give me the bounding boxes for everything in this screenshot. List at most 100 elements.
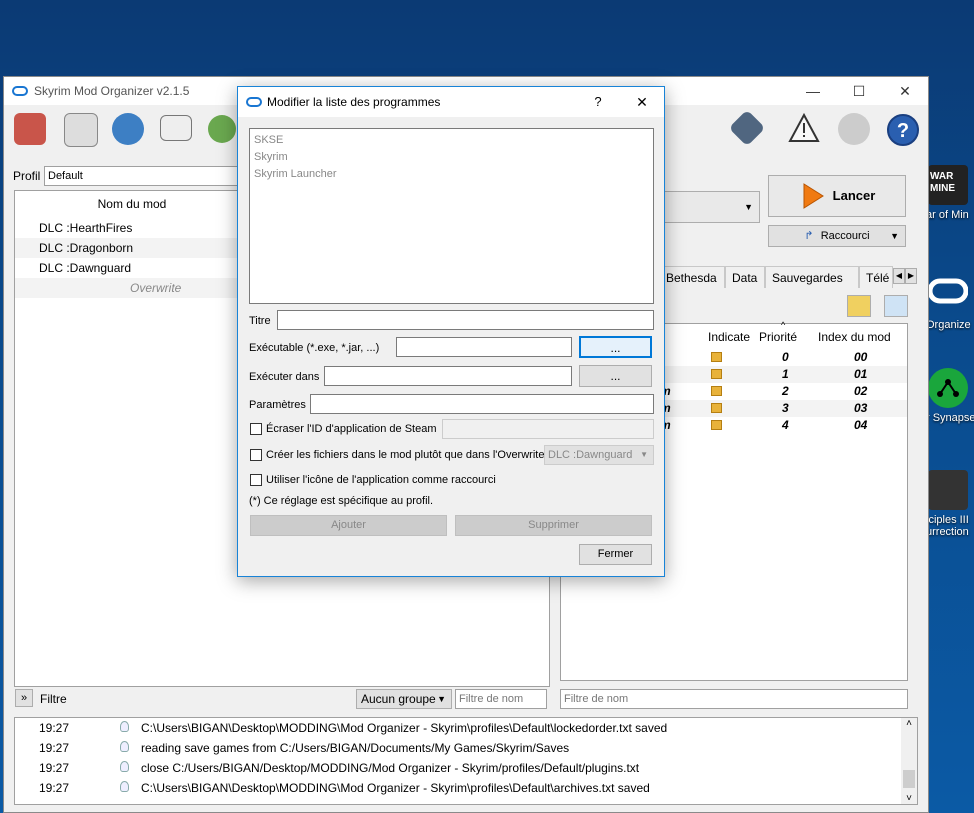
nexus-globe-icon[interactable] <box>112 113 144 145</box>
executable-input[interactable] <box>396 337 572 357</box>
log-scrollbar[interactable]: ˄ ˅ <box>901 718 917 804</box>
log-time: 19:27 <box>39 721 70 735</box>
plugin-priority: 3 <box>782 401 789 415</box>
info-bulb-icon <box>120 781 129 792</box>
use-icon-label: Utiliser l'icône de l'application comme … <box>266 474 496 486</box>
list-item[interactable]: Skyrim <box>254 149 649 166</box>
add-button[interactable]: Ajouter <box>250 515 447 536</box>
group-select-value: Aucun groupe <box>361 692 436 706</box>
profile-label: Profil <box>13 169 41 183</box>
executable-label: Exécutable (*.exe, *.jar, ...) <box>249 342 380 354</box>
log-entry: 19:27 reading save games from C:/Users/B… <box>15 738 917 758</box>
edit-executables-dialog: Modifier la liste des programmes ? ✕ SKS… <box>237 86 665 577</box>
scroll-thumb[interactable] <box>903 770 915 788</box>
scroll-up-icon[interactable]: ˄ <box>901 718 917 729</box>
chevron-down-icon: ▼ <box>437 694 446 704</box>
plugin-index: 03 <box>854 401 868 415</box>
title-input[interactable] <box>277 310 654 330</box>
log-entry: 19:27 close C:/Users/BIGAN/Desktop/MODDI… <box>15 758 917 778</box>
params-label: Paramètres <box>249 399 306 411</box>
chevron-down-icon: ▼ <box>744 202 753 212</box>
desktop-icon-disciples[interactable]: iciples III urrection <box>926 470 974 538</box>
shortcut-button[interactable]: ↱ Raccourci ▼ <box>768 225 906 247</box>
tab-bethesda[interactable]: Bethesda <box>659 266 725 288</box>
params-input[interactable] <box>310 394 654 414</box>
desktop-icon-label: Organize <box>926 319 971 331</box>
column-mod-index[interactable]: Index du mod <box>818 330 891 344</box>
run-in-input[interactable] <box>324 366 572 386</box>
title-label: Titre <box>249 315 271 327</box>
dialog-title: Modifier la liste des programmes <box>267 95 441 109</box>
list-item[interactable]: SKSE <box>254 132 649 149</box>
tab-saves[interactable]: Sauvegardes <box>765 266 859 288</box>
install-mod-icon[interactable] <box>14 113 46 145</box>
info-bulb-icon <box>120 741 129 752</box>
executable-select[interactable]: ▼ <box>662 191 760 223</box>
plugin-priority: 2 <box>782 384 789 398</box>
desktop-icon-this-war-of-mine[interactable]: WAR MINE ar of Min <box>926 165 974 221</box>
restore-backup-icon[interactable] <box>847 295 871 317</box>
browse-executable-button[interactable]: ... <box>579 336 652 358</box>
desktop-icon-label: r Synapse <box>926 412 974 424</box>
programs-list: SKSE Skyrim Skyrim Launcher <box>249 128 654 304</box>
dialog-close-icon[interactable]: ✕ <box>620 87 664 117</box>
settings-gear-icon[interactable] <box>208 115 236 143</box>
launch-button[interactable]: Lancer <box>768 175 906 217</box>
package-icon <box>711 352 722 362</box>
column-indicators[interactable]: Indicate <box>708 330 750 344</box>
group-select[interactable]: Aucun groupe ▼ <box>356 689 452 709</box>
close-dialog-button[interactable]: Fermer <box>579 544 652 565</box>
package-icon <box>711 420 722 430</box>
steam-override-checkbox[interactable] <box>250 423 262 435</box>
ini-editor-icon[interactable] <box>160 115 192 141</box>
app-icon <box>12 86 28 96</box>
minimize-icon[interactable]: — <box>790 77 836 105</box>
log-panel: 19:27 C:\Users\BIGAN\Desktop\MODDING\Mod… <box>14 717 918 805</box>
plugin-index: 04 <box>854 418 868 432</box>
tab-scroll-right-icon[interactable]: ▶ <box>905 268 917 284</box>
tab-data[interactable]: Data <box>725 266 765 288</box>
tab-scroll-left-icon[interactable]: ◀ <box>893 268 905 284</box>
filter-toggle-button[interactable]: » <box>15 689 33 707</box>
help-icon[interactable]: ? <box>886 113 920 150</box>
create-files-mod-select[interactable]: DLC :Dawnguard ▼ <box>544 445 654 465</box>
support-icon[interactable] <box>838 113 870 145</box>
help-button[interactable]: ? <box>576 87 620 117</box>
scroll-down-icon[interactable]: ˅ <box>901 793 917 804</box>
plugin-priority: 0 <box>782 350 789 364</box>
create-files-label: Créer les fichiers dans le mod plutôt qu… <box>266 449 545 461</box>
shortcut-label: Raccourci <box>820 230 870 242</box>
plugin-priority: 1 <box>782 367 789 381</box>
profile-select[interactable]: Default <box>44 166 244 186</box>
disciples-icon <box>928 470 968 510</box>
plugin-name-filter-input[interactable]: Filtre de nom <box>560 689 908 709</box>
desktop-icon-synapse[interactable]: r Synapse <box>926 368 974 424</box>
save-backup-icon[interactable] <box>884 295 908 317</box>
list-item[interactable]: Skyrim Launcher <box>254 166 649 183</box>
profiles-icon[interactable] <box>64 113 98 147</box>
log-message: C:\Users\BIGAN\Desktop\MODDING\Mod Organ… <box>141 721 668 735</box>
update-diamond-icon[interactable] <box>728 109 766 147</box>
info-bulb-icon <box>120 761 129 772</box>
svg-text:?: ? <box>897 120 909 142</box>
shortcut-arrow-icon: ↱ <box>804 230 814 242</box>
column-priority[interactable]: Priorité <box>759 330 797 344</box>
create-files-checkbox[interactable] <box>250 449 262 461</box>
maximize-icon[interactable]: ☐ <box>836 77 882 105</box>
tab-downloads[interactable]: Télé <box>859 266 893 288</box>
desktop-icon-mod-organizer[interactable]: Organize <box>926 275 974 331</box>
browse-run-in-button[interactable]: ... <box>579 365 652 387</box>
chevron-down-icon: ▼ <box>890 231 899 241</box>
remove-button[interactable]: Supprimer <box>455 515 652 536</box>
warning-icon[interactable] <box>788 112 820 146</box>
package-icon <box>711 386 722 396</box>
close-icon[interactable]: ✕ <box>882 77 928 105</box>
log-entry: 19:27 C:\Users\BIGAN\Desktop\MODDING\Mod… <box>15 718 917 738</box>
log-entry: 19:27 C:\Users\BIGAN\Desktop\MODDING\Mod… <box>15 778 917 798</box>
steam-appid-input[interactable] <box>442 419 654 439</box>
plugin-index: 00 <box>854 350 868 364</box>
log-message: C:\Users\BIGAN\Desktop\MODDING\Mod Organ… <box>141 781 650 795</box>
use-icon-checkbox[interactable] <box>250 474 262 486</box>
mod-name-filter-input[interactable]: Filtre de nom <box>455 689 547 709</box>
log-message: reading save games from C:/Users/BIGAN/D… <box>141 741 570 755</box>
